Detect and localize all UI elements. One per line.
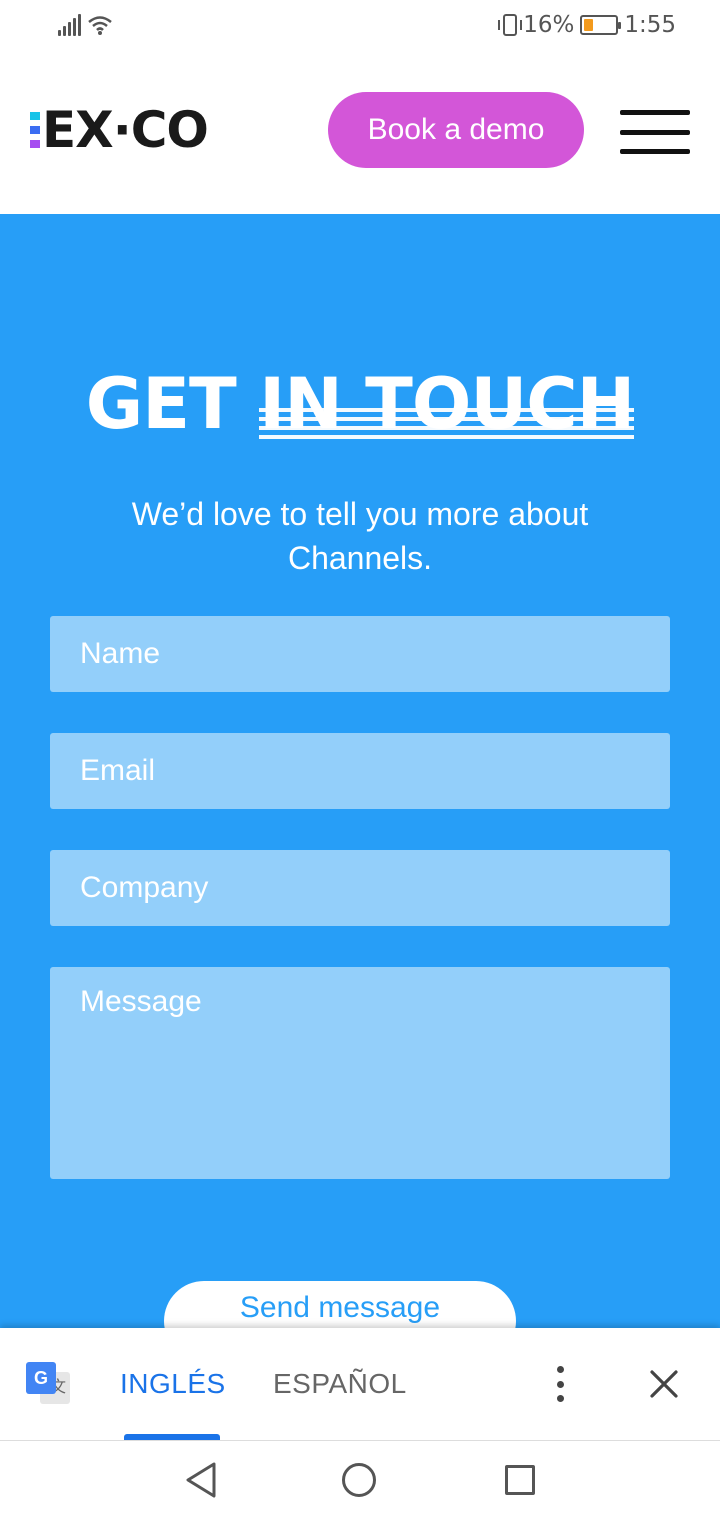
title-highlight: IN TOUCH: [259, 364, 635, 444]
more-vert-icon[interactable]: [554, 1366, 566, 1402]
contact-section: GET IN TOUCH We’d love to tell you more …: [0, 214, 720, 1361]
site-header: EX·CO Book a demo: [0, 56, 720, 214]
signal-icon: [58, 14, 81, 36]
close-icon[interactable]: [646, 1366, 682, 1402]
back-icon[interactable]: [184, 1461, 218, 1499]
status-right: 16% 1:55: [498, 12, 676, 38]
clock: 1:55: [624, 12, 676, 38]
company-input[interactable]: [50, 850, 670, 926]
title-echo-stripes: [259, 408, 635, 444]
logo-bar-purple: [30, 140, 40, 148]
recents-icon[interactable]: [505, 1465, 535, 1495]
translate-bar: 文 G INGLÉS ESPAÑOL: [0, 1328, 720, 1440]
tab-source-language[interactable]: INGLÉS: [120, 1368, 226, 1400]
title-plain: GET: [85, 363, 237, 445]
message-textarea[interactable]: [50, 967, 670, 1179]
logo-bars-icon: [30, 112, 40, 148]
email-input[interactable]: [50, 733, 670, 809]
logo-bar-cyan: [30, 112, 40, 120]
subtitle: We’d love to tell you more about Channel…: [131, 496, 589, 576]
page-title: GET IN TOUCH: [0, 364, 720, 444]
status-left: [58, 14, 113, 36]
exco-logo[interactable]: EX·CO: [30, 101, 209, 159]
battery-level: [584, 19, 593, 31]
wifi-icon: [88, 16, 112, 35]
logo-wordmark: EX·CO: [42, 101, 209, 159]
system-nav-bar: [0, 1440, 720, 1520]
battery-icon: [580, 15, 622, 35]
google-translate-icon[interactable]: 文 G: [26, 1362, 70, 1406]
vibrate-icon: [498, 14, 523, 36]
book-demo-button[interactable]: Book a demo: [328, 92, 584, 168]
battery-percent: 16%: [523, 12, 575, 38]
home-icon[interactable]: [342, 1463, 376, 1497]
name-input[interactable]: [50, 616, 670, 692]
tab-target-language[interactable]: ESPAÑOL: [273, 1368, 407, 1400]
status-bar: 16% 1:55: [0, 0, 720, 56]
logo-bar-blue: [30, 126, 40, 134]
menu-icon[interactable]: [620, 110, 690, 154]
